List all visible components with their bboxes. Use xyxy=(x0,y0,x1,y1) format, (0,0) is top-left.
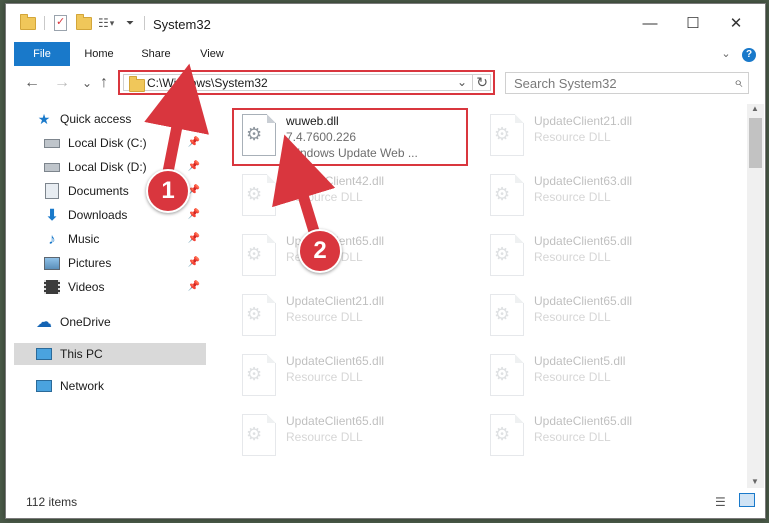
arrow-1 xyxy=(144,63,209,178)
explorer-window: ✓ ☷ ▾ ⏷ System32 — ☐ ✕ File Home Share Vi… xyxy=(5,3,766,519)
step-2-badge: 2 xyxy=(298,229,342,273)
arrow-2 xyxy=(272,134,336,244)
annotation-arrows xyxy=(144,63,336,244)
step-1-badge: 1 xyxy=(146,169,190,213)
